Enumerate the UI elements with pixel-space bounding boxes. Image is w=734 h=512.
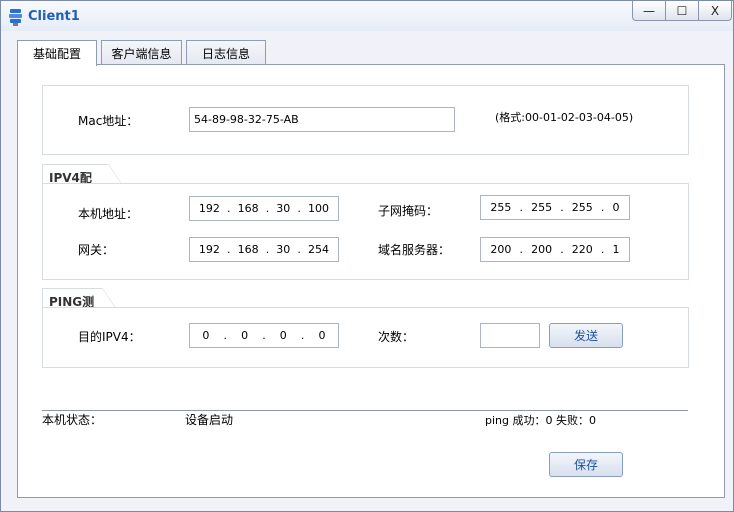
ip-dot: . [227, 243, 231, 256]
ip-octet: 0 [612, 201, 620, 214]
ip-octet: 255 [571, 201, 593, 214]
subnet-label: 子网掩码： [378, 204, 439, 218]
ping-target-label: 目的IPV4： [78, 330, 141, 344]
ip-dot: . [265, 243, 270, 256]
ip-dot: . [297, 202, 301, 215]
ip-octet: 100 [307, 202, 329, 215]
status-label: 本机状态： [42, 413, 103, 427]
ip-octet: 200 [490, 243, 512, 256]
save-button[interactable]: 保存 [549, 452, 623, 477]
ping-group-title: PING测试 [42, 288, 116, 326]
ping-count-input[interactable] [480, 323, 540, 348]
ip-dot: . [519, 201, 524, 214]
minimize-icon: — [643, 3, 655, 18]
tab-basic-config[interactable]: 基础配置 [17, 40, 97, 66]
ip-octet: 192 [198, 202, 220, 215]
dns-label: 域名服务器： [378, 243, 451, 257]
dns-input[interactable]: 200. 200. 220. 1 [480, 237, 630, 262]
send-button[interactable]: 发送 [549, 323, 623, 348]
local-ip-input[interactable]: 192. 168. 30. 100 [189, 196, 339, 221]
ip-dot: . [300, 329, 305, 342]
status-value: 设备启动 [185, 413, 234, 427]
ip-octet: 0 [241, 329, 249, 342]
ip-octet: 220 [571, 243, 593, 256]
close-button[interactable]: X [698, 1, 732, 21]
ip-octet: 200 [531, 243, 553, 256]
tab-client-info[interactable]: 客户端信息 [101, 40, 182, 65]
title-bar[interactable]: Client1 — ☐ X [1, 1, 733, 31]
tab-log-info[interactable]: 日志信息 [186, 40, 266, 65]
ip-dot: . [265, 202, 270, 215]
ping-target-input[interactable]: 0. 0. 0. 0 [189, 323, 339, 348]
window-title: Client1 [28, 9, 80, 24]
ipv4-group-title: IPV4配置 [42, 164, 122, 202]
minimize-button[interactable]: — [632, 1, 666, 21]
ip-octet: 1 [612, 243, 620, 256]
ip-octet: 168 [237, 243, 259, 256]
ip-octet: 255 [531, 201, 553, 214]
maximize-button[interactable]: ☐ [665, 1, 699, 21]
close-icon: X [710, 3, 720, 18]
ip-octet: 168 [237, 202, 259, 215]
maximize-icon: ☐ [676, 3, 688, 18]
ip-octet: 192 [198, 243, 220, 256]
ping-count-label: 次数： [378, 330, 415, 344]
ip-dot: . [262, 329, 266, 342]
ip-dot: . [560, 201, 564, 214]
ping-result: ping 成功：0 失败：0 [485, 414, 596, 427]
ip-dot: . [519, 243, 524, 256]
status-divider [42, 410, 688, 411]
gateway-label: 网关： [78, 243, 115, 257]
ip-dot: . [297, 243, 301, 256]
ip-octet: 30 [276, 202, 291, 215]
client-app-icon [9, 9, 22, 26]
ip-octet: 254 [307, 243, 329, 256]
ip-octet: 255 [490, 201, 512, 214]
ip-dot: . [560, 243, 564, 256]
client-window: Client1 — ☐ X 基础配置 客户端信息 日志信息 Mac地址： 54-… [0, 0, 734, 512]
mac-input[interactable]: 54-89-98-32-75-AB [189, 107, 455, 132]
mac-format-hint: (格式:00-01-02-03-04-05) [495, 111, 634, 124]
ip-octet: 30 [276, 243, 291, 256]
local-ip-label: 本机地址： [78, 207, 139, 221]
subnet-input[interactable]: 255. 255. 255. 0 [480, 195, 630, 220]
ip-octet: 0 [318, 329, 326, 342]
ip-dot: . [223, 329, 228, 342]
ip-octet: 0 [279, 329, 287, 342]
gateway-input[interactable]: 192. 168. 30. 254 [189, 237, 339, 262]
ip-dot: . [227, 202, 231, 215]
ip-dot: . [600, 201, 605, 214]
ip-dot: . [600, 243, 605, 256]
ip-octet: 0 [202, 329, 210, 342]
mac-label: Mac地址： [78, 114, 139, 128]
